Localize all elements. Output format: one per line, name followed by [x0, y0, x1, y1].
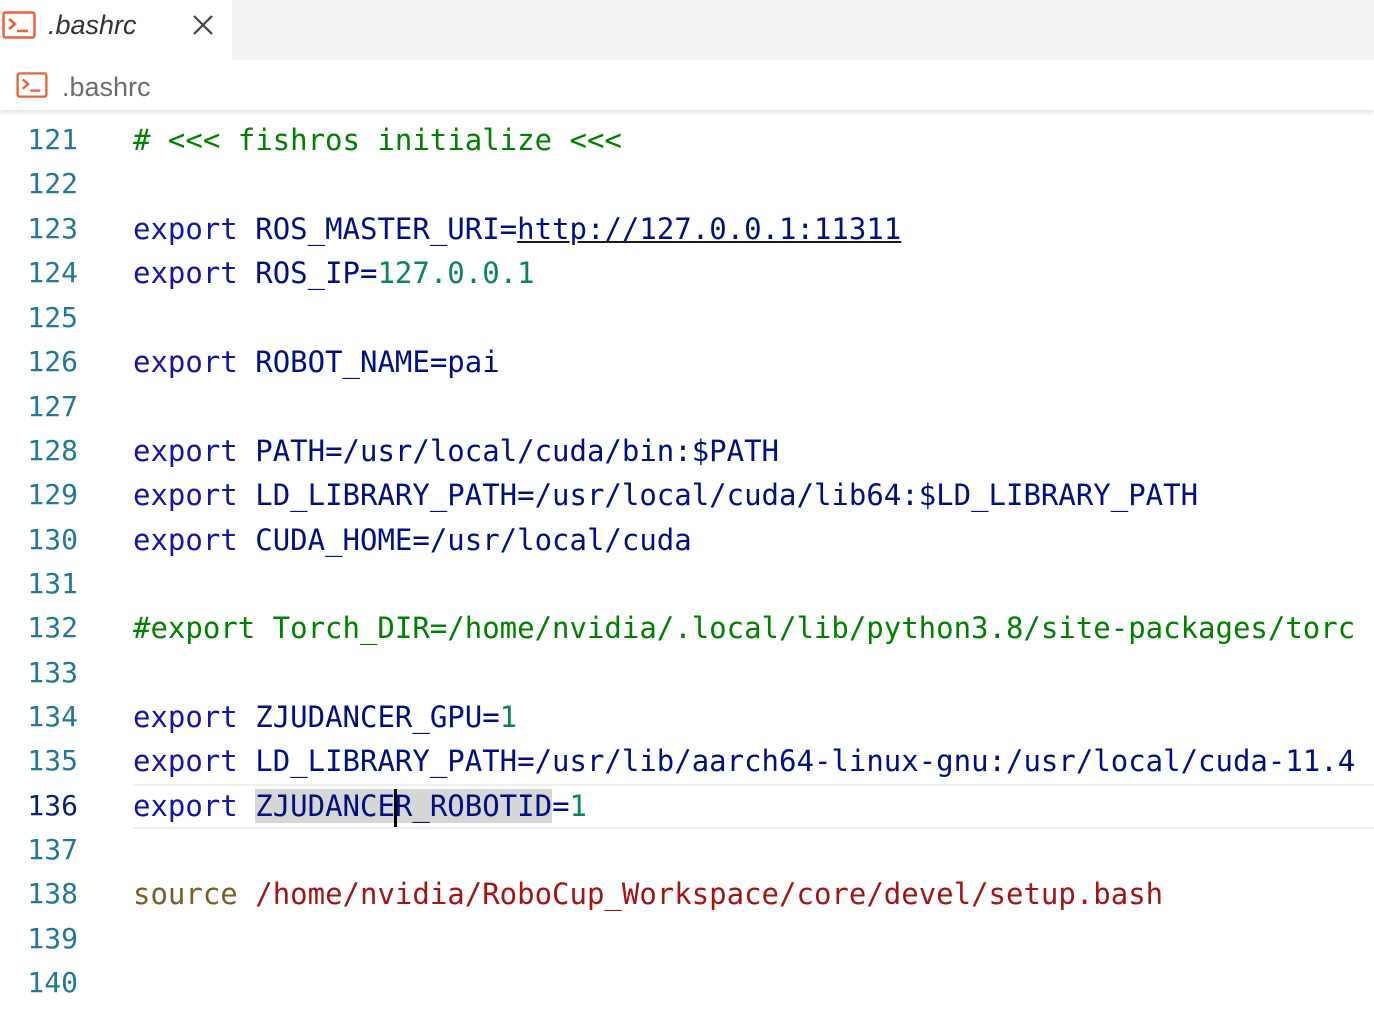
code-editor[interactable]: 121 # <<< fishros initialize <<< 122 123…	[0, 110, 1374, 1026]
code-line[interactable]: 127	[0, 385, 1374, 429]
source-keyword: source	[133, 877, 238, 911]
line-number: 122	[27, 167, 78, 200]
selected-text-before-cursor: ZJUDANCE	[255, 789, 395, 823]
code-line[interactable]: 138 source /home/nvidia/RoboCup_Workspac…	[0, 872, 1374, 916]
line-number: 126	[27, 345, 78, 378]
line-number: 139	[27, 922, 78, 955]
line-number: 129	[27, 478, 78, 511]
line-number: 138	[27, 877, 78, 910]
close-icon[interactable]	[188, 10, 218, 40]
keyword: export	[133, 256, 238, 290]
keyword: export	[133, 744, 238, 778]
keyword: export	[133, 478, 238, 512]
code-line[interactable]: 130 export CUDA_HOME=/usr/local/cuda	[0, 518, 1374, 562]
code-line[interactable]: 123 export ROS_MASTER_URI=http://127.0.0…	[0, 207, 1374, 251]
tab-bar: .bashrc	[0, 0, 1374, 60]
variable: LD_LIBRARY_PATH=/usr/lib/aarch64-linux-g…	[255, 744, 1356, 778]
operator: =	[552, 789, 570, 823]
keyword: export	[133, 212, 238, 246]
line-number: 135	[27, 744, 78, 777]
breadcrumb: .bashrc	[0, 60, 1374, 110]
code-line[interactable]: 128 export PATH=/usr/local/cuda/bin:$PAT…	[0, 429, 1374, 473]
code-line[interactable]: 134 export ZJUDANCER_GPU=1	[0, 695, 1374, 739]
tab-bashrc[interactable]: .bashrc	[0, 0, 232, 60]
line-number: 136	[27, 789, 78, 822]
code-line[interactable]: 140	[0, 961, 1374, 1005]
variable: PATH=/usr/local/cuda/bin:$PATH	[255, 434, 780, 468]
line-number: 131	[27, 567, 78, 600]
number-value: 1	[499, 700, 518, 734]
code-line[interactable]: 122	[0, 162, 1374, 206]
line-number: 137	[27, 833, 78, 866]
line-number: 128	[27, 434, 78, 467]
line-number: 121	[27, 123, 78, 156]
keyword: export	[133, 789, 238, 823]
line-number: 140	[27, 966, 78, 999]
selected-text-after-cursor: R_ROBOTID	[394, 789, 553, 823]
code-line[interactable]: 132 #export Torch_DIR=/home/nvidia/.loca…	[0, 606, 1374, 650]
line-number: 123	[27, 212, 78, 245]
selected-text[interactable]: ZJUDANCER_ROBOTID	[255, 789, 553, 827]
code-line[interactable]: 129 export LD_LIBRARY_PATH=/usr/local/cu…	[0, 473, 1374, 517]
code-line[interactable]: 135 export LD_LIBRARY_PATH=/usr/lib/aarc…	[0, 739, 1374, 783]
number-value: 127.0.0.1	[377, 256, 535, 290]
line-number: 132	[27, 611, 78, 644]
comment: # <<< fishros initialize <<<	[133, 123, 622, 157]
code-line[interactable]: 124 export ROS_IP=127.0.0.1	[0, 251, 1374, 295]
code-line[interactable]: 133	[0, 651, 1374, 695]
variable: CUDA_HOME=/usr/local/cuda	[255, 523, 692, 557]
line-number: 134	[27, 700, 78, 733]
variable: ROS_MASTER_URI=	[255, 212, 518, 246]
keyword: export	[133, 345, 238, 379]
line-number: 130	[27, 523, 78, 556]
code-line[interactable]: 139	[0, 917, 1374, 961]
terminal-icon	[16, 72, 48, 103]
code-line[interactable]: 121 # <<< fishros initialize <<<	[0, 118, 1374, 162]
code-line[interactable]: 131	[0, 562, 1374, 606]
tab-title: .bashrc	[48, 10, 137, 40]
variable: LD_LIBRARY_PATH=/usr/local/cuda/lib64:$L…	[255, 478, 1199, 512]
keyword: export	[133, 434, 238, 468]
line-number: 133	[27, 656, 78, 689]
keyword: export	[133, 523, 238, 557]
breadcrumb-item-bashrc[interactable]: .bashrc	[62, 68, 151, 106]
comment: #export Torch_DIR=/home/nvidia/.local/li…	[133, 611, 1356, 645]
code-line[interactable]: 137	[0, 828, 1374, 872]
number-value: 1	[569, 789, 587, 823]
path-string: /home/nvidia/RoboCup_Workspace/core/deve…	[255, 877, 1164, 911]
terminal-icon	[2, 11, 36, 44]
code-line[interactable]: 126 export ROBOT_NAME=pai	[0, 340, 1374, 384]
url-link[interactable]: http://127.0.0.1:11311	[517, 212, 901, 246]
variable: ZJUDANCER_GPU=	[255, 700, 500, 734]
variable: ROBOT_NAME=pai	[255, 345, 500, 379]
line-number: 125	[27, 301, 78, 334]
code-line[interactable]: 125	[0, 296, 1374, 340]
line-number: 127	[27, 390, 78, 423]
keyword: export	[133, 700, 238, 734]
variable: ROS_IP=	[255, 256, 378, 290]
active-code-line[interactable]: 136 export ZJUDANCER_ROBOTID=1	[0, 784, 1374, 829]
line-number: 124	[27, 256, 78, 289]
